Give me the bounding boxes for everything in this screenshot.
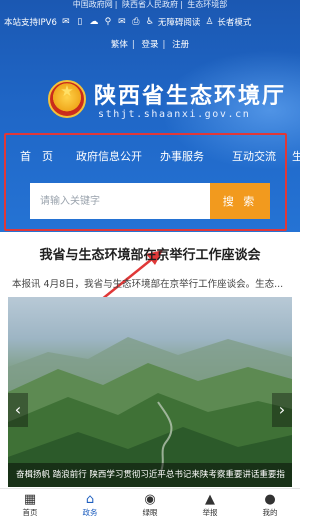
login-link[interactable]: 登录	[141, 40, 158, 50]
tab-profile-label: 我的	[262, 508, 278, 517]
nav-gov-info[interactable]: 政府信息公开	[76, 148, 142, 164]
tab-report-label: 举报	[202, 508, 218, 517]
accessibility-icon[interactable]: ♿	[144, 17, 156, 27]
report-icon: ▲	[205, 492, 215, 507]
home-icon: ▦	[23, 492, 37, 507]
tab-government-label: 政务	[82, 508, 98, 517]
tab-home[interactable]: ▦ 首页	[10, 491, 50, 520]
emblem-star-icon: ★	[60, 82, 74, 100]
tab-government[interactable]: ⌂ 政务	[70, 491, 110, 520]
news-headline[interactable]: 我省与生态环境部在京举行工作座谈会	[0, 244, 300, 263]
tab-green-eye[interactable]: ◉ 绿眼	[130, 491, 170, 520]
carousel-prev-button[interactable]: ‹	[8, 393, 28, 427]
tab-report[interactable]: ▲ 举报	[190, 491, 230, 520]
accessibility-link[interactable]: 无障碍阅读	[158, 16, 201, 28]
tab-profile[interactable]: ● 我的	[250, 491, 290, 520]
nav-interaction[interactable]: 互动交流	[232, 148, 276, 164]
print-icon[interactable]: ⎙	[130, 17, 142, 27]
ipv6-label: 本站支持IPV6	[4, 18, 57, 28]
government-icon: ⌂	[85, 492, 95, 507]
carousel-next-button[interactable]: ›	[272, 393, 292, 427]
weibo-icon[interactable]: ✉	[60, 17, 72, 27]
tab-green-eye-label: 绿眼	[142, 508, 158, 517]
nav-more[interactable]: 生	[292, 148, 300, 164]
traditional-chinese-link[interactable]: 繁体	[111, 40, 128, 50]
mobile-icon[interactable]: ▯	[74, 17, 86, 27]
main-nav: 首 页 政府信息公开 办事服务 互动交流 生	[0, 148, 300, 166]
link-gov-cn[interactable]: 中国政府网	[73, 0, 113, 9]
search-icon[interactable]: ⚲	[102, 17, 114, 27]
account-links: 繁体 | 登录 | 注册	[110, 40, 190, 50]
profile-icon: ●	[264, 492, 276, 507]
nav-services[interactable]: 办事服务	[160, 148, 204, 164]
tab-home-label: 首页	[22, 508, 38, 517]
news-photo-carousel[interactable]: ‹ › 奋楫扬帆 踏浪前行 陕西学习贯彻习近平总书记来陕考察重要讲话重要指	[8, 297, 292, 487]
register-link[interactable]: 注册	[172, 40, 189, 50]
elder-icon[interactable]: ♙	[203, 17, 215, 27]
photo-caption[interactable]: 奋楫扬帆 踏浪前行 陕西学习贯彻习近平总书记来陕考察重要讲话重要指	[8, 463, 292, 487]
link-mee[interactable]: 生态环境部	[187, 0, 227, 9]
toolbar: 本站支持IPV6 ✉ ▯ ☁ ⚲ ✉ ⎙ ♿ 无障碍阅读 ♙ 长者模式	[4, 14, 296, 30]
link-shaanxi-gov[interactable]: 陕西省人民政府	[122, 0, 178, 9]
header-banner: 中国政府网 | 陕西省人民政府 | 生态环境部 本站支持IPV6 ✉ ▯ ☁ ⚲ ✉…	[0, 0, 300, 232]
email-icon[interactable]: ✉	[116, 17, 128, 27]
mountain-landscape-image	[8, 337, 292, 487]
bottom-tab-bar: ▦ 首页 ⌂ 政务 ◉ 绿眼 ▲ 举报 ● 我的	[0, 488, 300, 520]
nav-home[interactable]: 首 页	[20, 148, 53, 164]
news-summary[interactable]: 本报讯 4月8日，我省与生态环境部在京举行工作座谈会。生态...	[12, 276, 292, 290]
elder-mode-link[interactable]: 长者模式	[217, 16, 251, 28]
green-eye-icon: ◉	[144, 492, 156, 507]
top-links: 中国政府网 | 陕西省人民政府 | 生态环境部	[72, 0, 228, 9]
search-input[interactable]	[30, 183, 210, 219]
site-brand[interactable]: ★ 陕西省生态环境厅 sthjt.shaanxi.gov.cn	[48, 76, 284, 126]
search-bar: 搜 索	[30, 183, 270, 219]
site-title: 陕西省生态环境厅	[94, 84, 287, 109]
wechat-icon[interactable]: ☁	[88, 17, 100, 27]
site-domain: sthjt.shaanxi.gov.cn	[98, 109, 251, 120]
search-button[interactable]: 搜 索	[210, 183, 270, 219]
